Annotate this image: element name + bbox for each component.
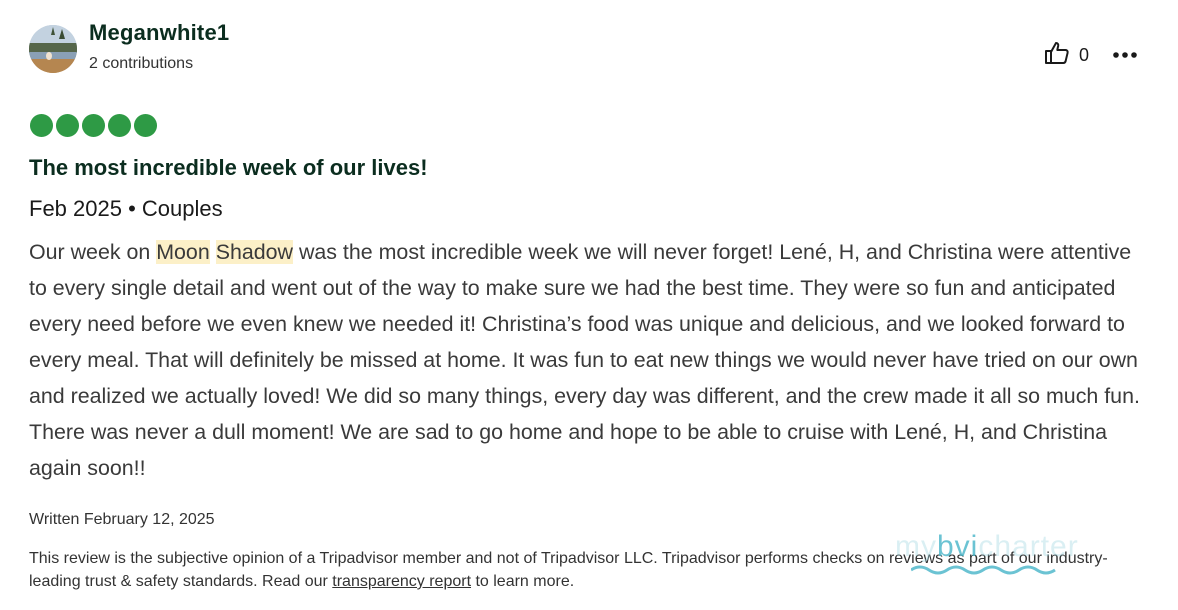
rating-bubble-icon [56, 114, 79, 137]
helpful-count: 0 [1079, 44, 1090, 65]
highlighted-keyword: Shadow [215, 240, 293, 264]
rating-bubble-icon [82, 114, 105, 137]
transparency-report-link[interactable]: transparency report [332, 573, 471, 590]
trip-date-type: Feb 2025 • Couples [29, 196, 223, 221]
helpful-vote-button[interactable]: 0 [1043, 40, 1089, 70]
review-body-text [210, 240, 216, 264]
review-body-text: was the most incredible week we will nev… [29, 240, 1140, 480]
review-card: Meganwhite1 2 contributions 0 The most i… [0, 0, 1178, 610]
review-disclaimer: This review is the subjective opinion of… [29, 547, 1154, 593]
rating-bubble-icon [30, 114, 53, 137]
rating-bubble-icon [108, 114, 131, 137]
more-horizontal-icon [1112, 46, 1138, 64]
review-title[interactable]: The most incredible week of our lives! [29, 155, 428, 181]
thumbs-up-icon [1043, 39, 1071, 72]
review-body: Our week on Moon Shadow was the most inc… [29, 234, 1154, 486]
written-date: Written February 12, 2025 [29, 511, 215, 528]
avatar[interactable] [29, 25, 77, 73]
username[interactable]: Meganwhite1 [89, 20, 229, 46]
rating-bubbles [30, 114, 157, 137]
review-body-text: Our week on [29, 240, 157, 264]
more-options-button[interactable] [1110, 40, 1140, 70]
rating-bubble-icon [134, 114, 157, 137]
highlighted-keyword: Moon [156, 240, 210, 264]
contributions-count: 2 contributions [89, 55, 194, 72]
disclaimer-text: to learn more. [471, 573, 575, 590]
